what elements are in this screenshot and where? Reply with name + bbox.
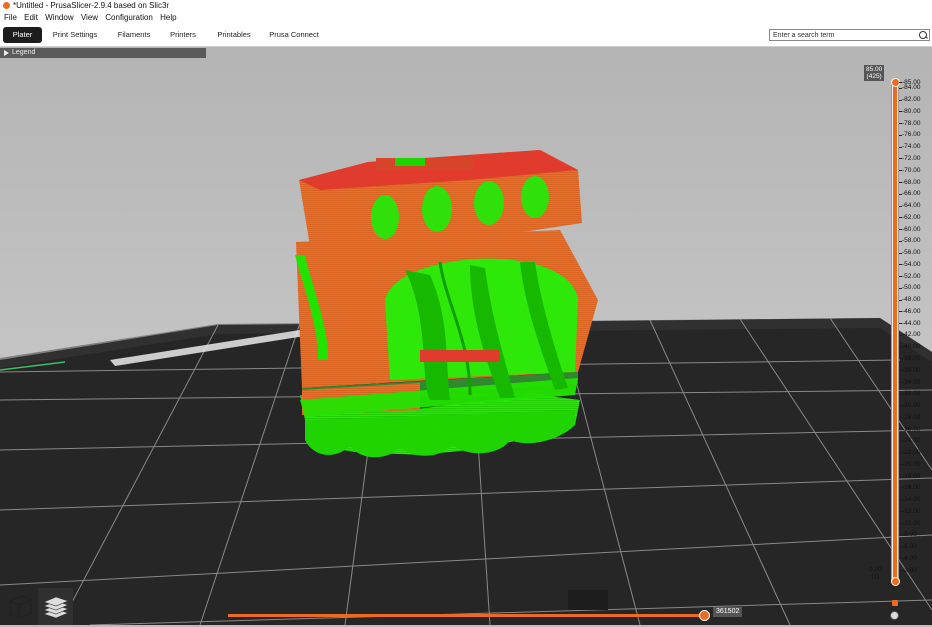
layer-tick-label: -66.00 <box>902 190 921 198</box>
tab-printers[interactable]: Printers <box>164 27 202 43</box>
layer-tick-label: -80.00 <box>902 107 921 115</box>
layer-tick-label: -12.00 <box>902 507 921 515</box>
layer-tick-label: -68.00 <box>902 178 921 186</box>
layer-tick-label: -6.00 <box>902 543 917 551</box>
legend-label: Legend <box>12 49 36 56</box>
layer-tick-label: -36.00 <box>902 366 921 374</box>
settings-cog-icon[interactable] <box>890 611 899 620</box>
tab-print-settings[interactable]: Print Settings <box>47 27 103 43</box>
tab-printables[interactable]: Printables <box>210 27 258 43</box>
menu-bar: File Edit Window View Configuration Help <box>0 12 932 24</box>
layer-tick-label: -64.00 <box>902 202 921 210</box>
bottom-layer-number: (1) <box>871 573 880 580</box>
3d-viewport[interactable] <box>0 47 932 625</box>
layer-slider-bottom-label: 0.20 (1) <box>867 565 884 581</box>
menu-configuration[interactable]: Configuration <box>105 12 153 24</box>
layer-tick-label: -82.00 <box>902 96 921 104</box>
layer-tick-label: -22.00 <box>902 449 921 457</box>
layer-tick-label: -72.00 <box>902 154 921 162</box>
layer-tick-label: -10.00 <box>902 519 921 527</box>
window-title: *Untitled - PrusaSlicer-2.9.4 based on S… <box>13 1 170 10</box>
layer-tick-label: -48.00 <box>902 296 921 304</box>
tab-filaments[interactable]: Filaments <box>112 27 156 43</box>
layer-tick-label: -44.00 <box>902 319 921 327</box>
layer-tick-label: -4.00 <box>902 554 917 562</box>
prusaslicer-app-icon <box>3 2 10 9</box>
title-bar: *Untitled - PrusaSlicer-2.9.4 based on S… <box>0 0 932 12</box>
layer-slider-range <box>893 82 897 582</box>
layer-tick-label: -28.00 <box>902 413 921 421</box>
layer-tick-label: -60.00 <box>902 225 921 233</box>
top-height-value: 85.00 <box>866 66 883 73</box>
layers-view-button[interactable] <box>38 588 73 625</box>
layer-tick-label: -20.00 <box>902 460 921 468</box>
top-layer-number: (425) <box>866 73 882 80</box>
layer-tick-label: -24.00 <box>902 437 921 445</box>
layer-tick-label: -58.00 <box>902 237 921 245</box>
layer-tick-label: -52.00 <box>902 272 921 280</box>
layer-tick-label: -40.00 <box>902 343 921 351</box>
layer-tick-label: -2.00 <box>902 566 917 574</box>
bottom-height-value: 0.20 <box>869 566 882 573</box>
search-icon[interactable] <box>919 31 927 39</box>
search-input[interactable]: Enter a search term <box>769 29 930 41</box>
layers-view-icon <box>43 596 69 619</box>
3d-view-icon <box>8 595 33 619</box>
menu-edit[interactable]: Edit <box>24 12 38 24</box>
layer-tick-label: -50.00 <box>902 284 921 292</box>
layer-tick-label: -78.00 <box>902 119 921 127</box>
menu-help[interactable]: Help <box>160 12 176 24</box>
menu-file[interactable]: File <box>4 12 17 24</box>
layer-tick-label: -56.00 <box>902 249 921 257</box>
lock-icon[interactable] <box>892 600 898 606</box>
layer-tick-label: -74.00 <box>902 143 921 151</box>
layer-slider-top-label: 85.00 (425) <box>864 65 885 81</box>
layer-tick-label: -62.00 <box>902 213 921 221</box>
layer-tick-label: -84.00 <box>902 84 921 92</box>
menu-window[interactable]: Window <box>45 12 73 24</box>
layer-tick-label: -30.00 <box>902 402 921 410</box>
layer-tick-label: -14.00 <box>902 496 921 504</box>
move-slider-track[interactable] <box>228 614 705 617</box>
tab-prusa-connect[interactable]: Prusa Connect <box>266 27 322 43</box>
search-placeholder: Enter a search term <box>773 32 835 39</box>
layer-tick-label: -46.00 <box>902 307 921 315</box>
layer-tick-label: -42.00 <box>902 331 921 339</box>
layer-slider-bottom-handle[interactable] <box>891 577 900 586</box>
layer-tick-label: -8.00 <box>902 531 917 539</box>
layer-tick-label: -26.00 <box>902 425 921 433</box>
layer-tick-label: -54.00 <box>902 260 921 268</box>
expand-triangle-icon[interactable] <box>4 50 9 56</box>
layer-tick-label: -38.00 <box>902 354 921 362</box>
layer-tick-label: -32.00 <box>902 390 921 398</box>
layer-tick-label: -34.00 <box>902 378 921 386</box>
layer-tick-label: -76.00 <box>902 131 921 139</box>
layer-tick-label: -70.00 <box>902 166 921 174</box>
move-slider-handle[interactable] <box>699 610 710 621</box>
legend-panel[interactable]: Legend <box>0 48 206 58</box>
3d-view-button[interactable] <box>3 588 38 625</box>
tab-plater[interactable]: Plater <box>3 27 42 43</box>
layer-tick-label: -16.00 <box>902 484 921 492</box>
layer-tick-label: -18.00 <box>902 472 921 480</box>
sliced-object-preview <box>295 150 598 458</box>
menu-view[interactable]: View <box>81 12 98 24</box>
move-slider-value: 361502 <box>713 607 743 617</box>
